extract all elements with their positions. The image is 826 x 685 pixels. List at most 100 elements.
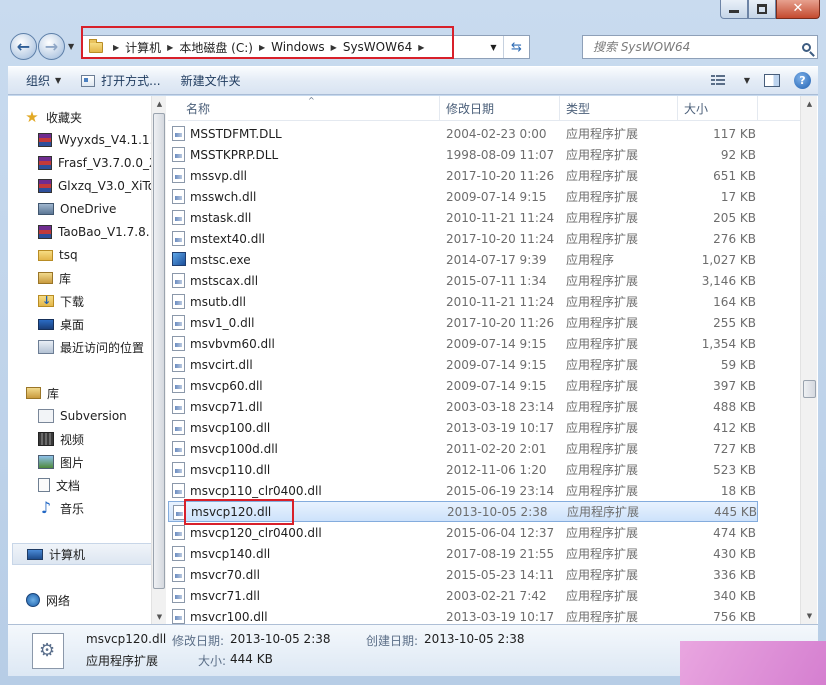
scrollbar-thumb[interactable] [153,113,165,589]
table-row[interactable]: msvcp110.dll 2012-11-06 1:20 应用程序扩展 523 KB [168,459,758,480]
address-history-dropdown[interactable]: ▼ [483,36,503,58]
table-row[interactable]: msswch.dll 2009-07-14 9:15 应用程序扩展 17 KB [168,186,758,207]
nav-favorite-item[interactable]: Wyyxds_V4.1.1.1 [38,129,151,151]
file-name-text: msutb.dll [190,294,246,309]
table-row[interactable]: msvcp110_clr0400.dll 2015-06-19 23:14 应用程序… [168,480,758,501]
search-box[interactable] [582,35,818,59]
nav-library-item[interactable]: 视频 [38,428,84,450]
table-row[interactable]: msvcirt.dll 2009-07-14 9:15 应用程序扩展 59 KB [168,354,758,375]
table-row[interactable]: mssvp.dll 2017-10-20 11:26 应用程序扩展 651 KB [168,165,758,186]
maximize-button[interactable] [748,0,776,19]
scroll-up-arrow-icon[interactable]: ▲ [801,96,818,112]
nav-computer[interactable]: 计算机 [12,543,151,565]
chevron-right-icon[interactable]: ▶ [331,43,337,52]
table-row[interactable]: msv1_0.dll 2017-10-20 11:26 应用程序扩展 255 KB [168,312,758,333]
column-header-name[interactable]: 名称 ^ [168,96,440,120]
back-button[interactable]: ← [10,33,37,60]
nav-pane-scrollbar[interactable]: ▲ ▼ [151,96,166,624]
chevron-right-icon[interactable]: ▶ [167,43,173,52]
organize-button[interactable]: 组织 ▼ [8,67,71,94]
chevron-right-icon[interactable]: ▶ [113,43,119,52]
new-folder-button[interactable]: 新建文件夹 [171,67,251,94]
dll-file-icon [172,294,185,309]
breadcrumb-local-disk[interactable]: 本地磁盘 (C:) [179,39,253,56]
help-button[interactable]: ? [787,67,818,94]
table-row[interactable]: msvcr100.dll 2013-03-19 10:17 应用程序扩展 756 KB [168,606,758,624]
nav-favorite-item[interactable]: 桌面 [38,313,84,335]
file-type: 应用程序扩展 [566,337,639,351]
table-row[interactable]: msutb.dll 2010-11-21 11:24 应用程序扩展 164 KB [168,291,758,312]
nav-favorite-item[interactable]: Frasf_V3.7.0.0_X [38,152,151,174]
table-row[interactable]: msvbvm60.dll 2009-07-14 9:15 应用程序扩展 1,354 K… [168,333,758,354]
column-header-size[interactable]: 大小 [678,96,758,120]
file-list-scrollbar[interactable]: ▲ ▼ [800,96,817,624]
nav-favorite-item[interactable]: tsq [38,244,78,266]
nav-network[interactable]: 网络 [26,589,70,611]
table-row[interactable]: mstsc.exe 2014-07-17 9:39 应用程序 1,027 KB [168,249,758,270]
file-date: 2009-07-14 9:15 [446,378,547,393]
table-row[interactable]: MSSTDFMT.DLL 2004-02-23 0:00 应用程序扩展 117 KB [168,123,758,144]
nav-favorite-item[interactable]: OneDrive [38,198,116,220]
table-row[interactable]: msvcr71.dll 2003-02-21 7:42 应用程序扩展 340 KB [168,585,758,606]
close-button[interactable]: ✕ [776,0,820,19]
breadcrumb-syswow64[interactable]: SysWOW64 [343,40,412,54]
table-row[interactable]: msvcp71.dll 2003-03-18 23:14 应用程序扩展 488 KB [168,396,758,417]
nav-favorite-item[interactable]: 下载 [38,290,84,312]
nav-library-item[interactable]: 文档 [38,474,80,496]
nav-favorite-item[interactable]: 最近访问的位置 [38,336,144,358]
nav-libraries[interactable]: 库 [26,382,59,404]
table-row[interactable]: mstext40.dll 2017-10-20 11:24 应用程序扩展 276 KB [168,228,758,249]
nav-favorite-item[interactable]: TaoBao_V1.7.8. [38,221,150,243]
column-header-date[interactable]: 修改日期 [440,96,560,120]
nav-library-item[interactable]: Subversion [38,405,127,427]
table-row[interactable]: msvcp100d.dll 2011-02-20 2:01 应用程序扩展 727 KB [168,438,758,459]
nav-library-item[interactable]: ♪ 音乐 [38,497,84,519]
nav-favorites[interactable]: ★ 收藏夹 [24,106,82,128]
file-type: 应用程序扩展 [566,463,639,477]
file-date: 2003-03-18 23:14 [446,399,555,414]
column-header-type[interactable]: 类型 [560,96,678,120]
table-row[interactable]: msvcp120_clr0400.dll 2015-06-04 12:37 应用程序… [168,522,758,543]
scroll-up-arrow-icon[interactable]: ▲ [152,96,167,111]
nav-favorite-item[interactable]: Glxzq_V3.0_XiTo [38,175,151,197]
view-options-dropdown[interactable]: ▼ [732,67,757,94]
search-input[interactable] [583,40,795,54]
refresh-button[interactable]: ⇆ [503,36,529,58]
preview-pane-button[interactable] [757,67,787,94]
table-row[interactable]: msvcp140.dll 2017-08-19 21:55 应用程序扩展 430 KB [168,543,758,564]
breadcrumb-computer[interactable]: 计算机 [125,39,161,56]
file-date: 2017-08-19 21:55 [446,546,555,561]
dll-file-icon [172,399,185,414]
scroll-down-arrow-icon[interactable]: ▼ [801,608,818,624]
table-row[interactable]: msvcp120.dll 2013-10-05 2:38 应用程序扩展 445 KB [168,501,758,522]
table-row[interactable]: msvcr70.dll 2015-05-23 14:11 应用程序扩展 336 KB [168,564,758,585]
file-name-text: mssvp.dll [190,168,248,183]
refresh-icon: ⇆ [511,39,522,55]
table-row[interactable]: msvcp60.dll 2009-07-14 9:15 应用程序扩展 397 KB [168,375,758,396]
breadcrumb-windows[interactable]: Windows [271,40,325,54]
recent-pages-dropdown[interactable]: ▼ [68,42,74,51]
table-row[interactable]: mstask.dll 2010-11-21 11:24 应用程序扩展 205 KB [168,207,758,228]
file-size: 17 KB [720,189,756,204]
file-name: mstsc.exe [168,249,446,270]
dll-file-icon [172,567,185,582]
minimize-button[interactable] [720,0,748,19]
change-view-button[interactable] [704,67,732,94]
search-button[interactable] [795,42,817,52]
address-bar[interactable]: ▶ 计算机 ▶ 本地磁盘 (C:) ▶ Windows ▶ SysWOW64 ▶… [82,35,530,59]
table-row[interactable]: msvcp100.dll 2013-03-19 10:17 应用程序扩展 412 KB [168,417,758,438]
scroll-down-arrow-icon[interactable]: ▼ [152,609,167,624]
table-row[interactable]: MSSTKPRP.DLL 1998-08-09 11:07 应用程序扩展 92 KB [168,144,758,165]
open-with-button[interactable]: 打开方式... [71,67,170,94]
file-type: 应用程序扩展 [566,127,639,141]
forward-button[interactable]: → [38,33,65,60]
application-icon [172,252,186,266]
chevron-right-icon[interactable]: ▶ [259,43,265,52]
file-type: 应用程序扩展 [567,505,640,519]
nav-library-item[interactable]: 图片 [38,451,84,473]
chevron-right-icon[interactable]: ▶ [418,43,424,52]
scrollbar-thumb[interactable] [803,380,816,398]
file-date: 2009-07-14 9:15 [446,357,547,372]
table-row[interactable]: mstscax.dll 2015-07-11 1:34 应用程序扩展 3,146 KB [168,270,758,291]
nav-favorite-item[interactable]: 库 [38,267,71,289]
